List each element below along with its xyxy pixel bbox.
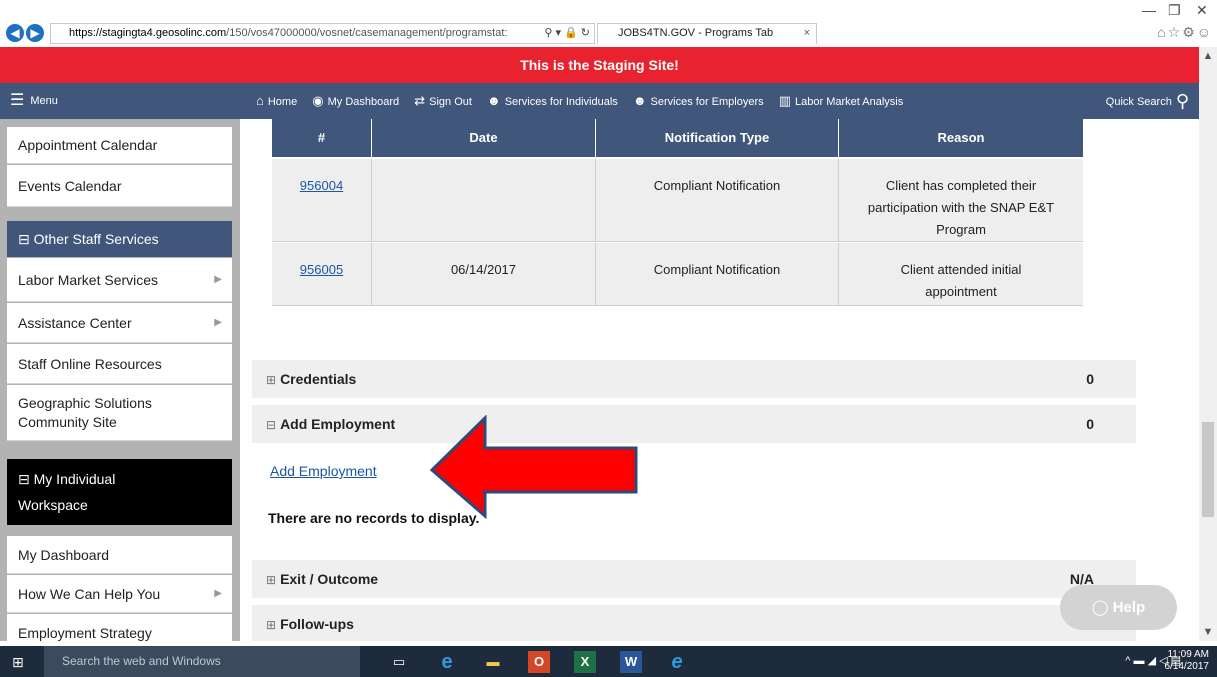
submenu-arrow-icon: ▶	[214, 587, 222, 599]
internet-explorer-icon[interactable]: e	[666, 651, 688, 673]
submenu-arrow-icon: ▶	[214, 273, 222, 285]
person-icon: ☻	[487, 93, 501, 108]
help-button[interactable]: ◯ Help	[1060, 585, 1177, 630]
nav-sign-out[interactable]: ⇄ Sign Out	[414, 93, 472, 108]
sidebar-item-employment-strategy[interactable]: Employment Strategy	[7, 614, 232, 641]
word-icon[interactable]: W	[620, 651, 642, 673]
outlook-icon[interactable]: O	[528, 651, 550, 673]
notification-type: Compliant Notification	[653, 178, 781, 193]
expand-icon: ⊞	[266, 373, 277, 387]
sidebar-item-assistance-center[interactable]: Assistance Center ▶	[7, 303, 232, 343]
hamburger-icon: ☰	[10, 92, 25, 109]
section-count: 0	[1086, 416, 1094, 432]
notification-type: Compliant Notification	[653, 262, 781, 277]
nav-my-dashboard[interactable]: ◉ My Dashboard	[312, 93, 399, 108]
section-count: 0	[1086, 371, 1094, 387]
file-explorer-icon[interactable]: ▬	[482, 651, 504, 673]
table-row: 956005 06/14/2017 Compliant Notification…	[272, 243, 1083, 306]
menu-label: Menu	[30, 95, 58, 107]
search-icon: ⚲	[1175, 91, 1189, 111]
arrow-shape	[429, 415, 638, 520]
section-add-employment[interactable]: ⊟ Add Employment 0	[252, 405, 1136, 443]
notification-date	[372, 159, 595, 175]
sidebar-item-geographic-solutions[interactable]: Geographic Solutions Community Site	[7, 385, 232, 441]
column-header-type: Notification Type	[596, 119, 839, 157]
sidebar-header-workspace[interactable]: ⊟ My Individual Workspace	[7, 459, 232, 525]
chat-bubble-icon: ◯	[1091, 599, 1113, 616]
forward-button[interactable]: ▶	[26, 24, 44, 42]
sidebar-item-how-we-can-help[interactable]: How We Can Help You ▶	[7, 575, 232, 613]
browser-chrome: ◀ ▶ https://stagingta4.geosolinc.com/150…	[0, 0, 1217, 46]
close-window-icon[interactable]: ✕	[1196, 2, 1208, 19]
notification-reason: Client has completed their participation …	[867, 178, 1055, 237]
quick-search-label: Quick Search	[1105, 96, 1172, 108]
taskbar-search[interactable]: Search the web and Windows	[44, 646, 360, 677]
sidebar: Appointment Calendar Events Calendar ⊟ O…	[0, 119, 240, 641]
nav-services-employers[interactable]: ☻ Services for Employers	[632, 93, 764, 108]
browser-tools-icons[interactable]: ⌂☆⚙☺	[1157, 24, 1213, 41]
collapse-icon: ⊟	[18, 231, 34, 247]
minimize-icon[interactable]: —	[1142, 2, 1156, 18]
url-path: /150/vos47000000/vosnet/casemanagement/p…	[226, 27, 508, 39]
column-header-date: Date	[372, 119, 596, 157]
dashboard-icon: ◉	[312, 93, 324, 108]
notification-date: 06/14/2017	[450, 262, 517, 277]
excel-icon[interactable]: X	[574, 651, 596, 673]
column-header-reason: Reason	[937, 130, 985, 145]
nav-home[interactable]: ⌂ Home	[256, 93, 297, 108]
sidebar-item-my-dashboard[interactable]: My Dashboard	[7, 536, 232, 574]
chart-icon: ▥	[778, 93, 791, 108]
expand-icon: ⊞	[266, 573, 277, 587]
url-host: https://stagingta4.geosolinc.com	[69, 27, 227, 39]
scroll-thumb[interactable]	[1202, 422, 1214, 517]
main-content: # Date Notification Type Reason 956004 C…	[240, 119, 1198, 641]
home-icon: ⌂	[256, 93, 264, 108]
scroll-up-icon[interactable]: ▲	[1199, 47, 1217, 65]
task-view-icon[interactable]: ▭	[388, 651, 410, 673]
notification-link[interactable]: 956005	[300, 262, 343, 277]
red-arrow-annotation	[429, 415, 638, 520]
section-exit-outcome[interactable]: ⊞ Exit / Outcome N/A	[252, 560, 1136, 598]
submenu-arrow-icon: ▶	[214, 316, 222, 328]
notification-reason: Client attended initial appointment	[900, 262, 1022, 299]
maximize-icon[interactable]: ❐	[1168, 2, 1181, 19]
notifications-table-header: # Date Notification Type Reason	[272, 119, 1083, 157]
quick-search[interactable]: Quick Search ⚲	[1106, 83, 1189, 120]
edge-icon[interactable]: e	[436, 651, 458, 673]
back-button[interactable]: ◀	[6, 24, 24, 42]
collapse-icon: ⊟	[266, 418, 277, 432]
nav-labor-market[interactable]: ▥ Labor Market Analysis	[778, 93, 904, 108]
taskbar-clock[interactable]: 11:09 AM 6/14/2017	[1165, 649, 1210, 673]
sidebar-item-appointment-calendar[interactable]: Appointment Calendar	[7, 127, 232, 164]
sign-out-icon: ⇄	[414, 93, 426, 108]
page-scrollbar[interactable]: ▲ ▼	[1199, 47, 1217, 641]
browser-tab[interactable]: JOBS4TN.GOV - Programs Tab ×	[597, 23, 817, 44]
notification-link[interactable]: 956004	[300, 178, 343, 193]
people-icon: ☻	[632, 93, 647, 108]
menu-button[interactable]: ☰ Menu	[10, 83, 58, 119]
address-icons[interactable]: ⚲ ▾ 🔒 ↻	[544, 24, 590, 43]
address-bar[interactable]: https://stagingta4.geosolinc.com/150/vos…	[50, 23, 595, 44]
expand-icon: ⊞	[266, 618, 277, 632]
windows-taskbar: ⊞ Search the web and Windows ▭ e ▬ O X W…	[0, 646, 1217, 677]
staging-banner: This is the Staging Site!	[0, 47, 1199, 83]
sidebar-item-events-calendar[interactable]: Events Calendar	[7, 165, 232, 207]
section-follow-ups[interactable]: ⊞ Follow-ups	[252, 605, 1136, 641]
sidebar-header-other-staff[interactable]: ⊟ Other Staff Services	[7, 221, 232, 257]
top-nav: ☰ Menu ⌂ Home ◉ My Dashboard ⇄ Sign Out ☻ Ser…	[0, 83, 1199, 119]
collapse-icon: ⊟	[18, 471, 34, 487]
column-header-number: #	[272, 119, 372, 157]
windows-start-icon[interactable]: ⊞	[12, 654, 24, 671]
table-row: 956004 Compliant Notification Client has…	[272, 159, 1083, 242]
nav-services-individuals[interactable]: ☻ Services for Individuals	[487, 93, 618, 108]
sidebar-item-staff-online-resources[interactable]: Staff Online Resources	[7, 344, 232, 384]
nav-links: ⌂ Home ◉ My Dashboard ⇄ Sign Out ☻ Services …	[256, 83, 915, 120]
tab-title: JOBS4TN.GOV - Programs Tab	[618, 27, 774, 39]
sidebar-item-labor-market-services[interactable]: Labor Market Services ▶	[7, 258, 232, 302]
scroll-down-icon[interactable]: ▼	[1199, 623, 1217, 641]
add-employment-link[interactable]: Add Employment	[270, 463, 377, 479]
close-tab-icon[interactable]: ×	[804, 24, 810, 43]
section-credentials[interactable]: ⊞ Credentials 0	[252, 360, 1136, 398]
